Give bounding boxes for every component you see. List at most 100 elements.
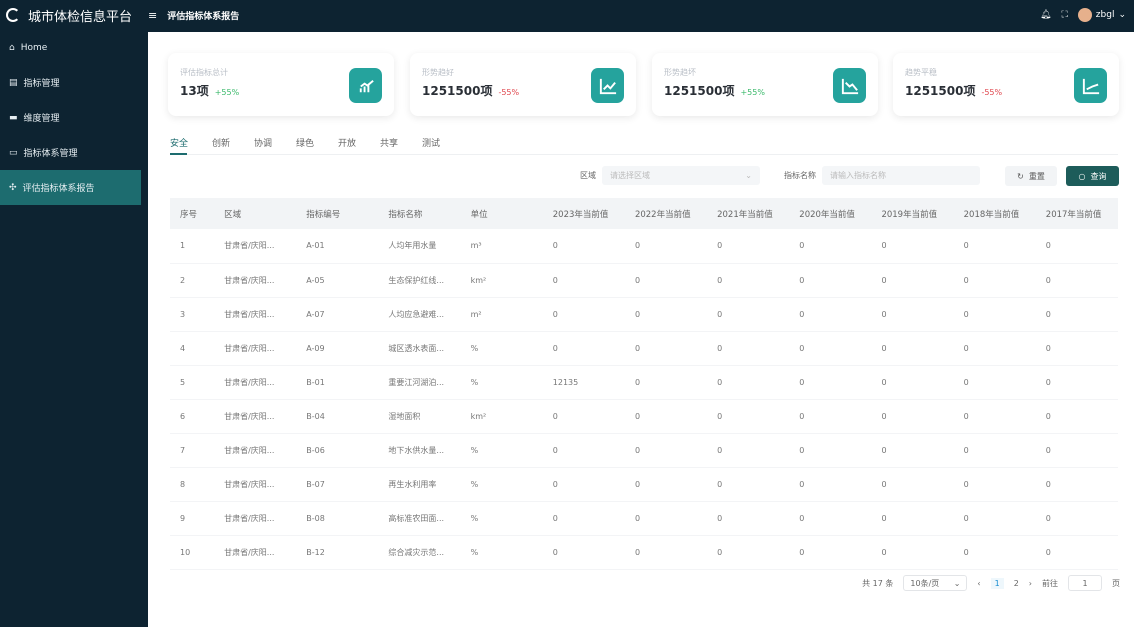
menu-toggle-icon[interactable]: ≡	[148, 9, 157, 22]
indicator-table: 序号 区域 指标编号 指标名称 单位 2023年当前值 2022年当前值 2021年当前值 20…	[170, 198, 1118, 570]
tab-4[interactable]: 开放	[338, 136, 380, 154]
fullscreen-icon[interactable]: ⛶	[1061, 10, 1067, 20]
tab-0[interactable]: 安全	[170, 136, 212, 155]
table-row[interactable]: 3 甘肃省/庆阳... A-07 人均应急避难... m² 0 0 0 0 0 0 0	[170, 297, 1118, 332]
table-cell: 0	[624, 331, 708, 366]
table-cell: 0	[707, 365, 790, 400]
table-cell: 0	[1035, 263, 1118, 298]
card-delta: +55%	[740, 88, 765, 97]
table-row[interactable]: 6 甘肃省/庆阳... B-04 湿地面积 km² 0 0 0 0 0 0 0	[170, 399, 1118, 434]
tab-1[interactable]: 创新	[212, 136, 254, 154]
table-cell: 0	[953, 501, 1036, 536]
table-cell: 0	[953, 467, 1036, 502]
logo-icon	[6, 8, 20, 22]
line-chart-down-icon	[833, 68, 866, 103]
name-filter: 指标名称 请输入指标名称	[784, 166, 980, 185]
region-select[interactable]: 请选择区域 ⌄	[602, 166, 760, 185]
page-1[interactable]: 1	[990, 577, 1004, 589]
sidebar-item-label: Home	[20, 42, 48, 53]
table-cell: 0	[1035, 433, 1118, 468]
table-cell: 0	[871, 297, 954, 332]
sidebar-item-system-mgmt[interactable]: ▭ 指标体系管理	[0, 135, 147, 170]
sidebar-item-report[interactable]: ✣ 评估指标体系报告	[0, 170, 141, 205]
stat-card: 形势趋坏 1251500项 +55%	[652, 53, 878, 116]
table-cell: 0	[542, 229, 625, 264]
goto-label: 前往	[1042, 578, 1058, 588]
page-2[interactable]: 2	[1014, 579, 1019, 588]
table-cell: 0	[953, 229, 1036, 264]
table-cell: 0	[871, 467, 954, 502]
search-button[interactable]: ○ 查询	[1066, 166, 1119, 186]
sidebar-item-home[interactable]: ⌂ Home	[0, 30, 147, 65]
reset-button[interactable]: ↻ 重置	[1005, 166, 1057, 186]
main-content: 评估指标总计 13项 +55% 形势趋好 1251500项 -55% 形势趋坏 12…	[148, 32, 1134, 627]
table-cell: A-07	[296, 297, 379, 332]
sidebar-item-indicator-mgmt[interactable]: ▤ 指标管理	[0, 65, 147, 100]
table-cell: 0	[1035, 501, 1118, 536]
prev-page-icon[interactable]: ‹	[977, 579, 980, 588]
table-row[interactable]: 8 甘肃省/庆阳... B-07 再生水利用率% 0 0 0 0 0 0 0	[170, 467, 1118, 502]
table-cell: 0	[1035, 297, 1118, 332]
user-menu[interactable]: zbgl ⌄	[1077, 8, 1126, 22]
table-cell: 甘肃省/庆阳...	[214, 467, 297, 502]
sidebar-item-dimension-mgmt[interactable]: ▬ 维度管理	[0, 100, 147, 135]
page-size-select[interactable]: 10条/页 ⌄	[903, 575, 968, 591]
table-cell: 0	[707, 399, 790, 434]
table-cell: 0	[624, 399, 708, 434]
card-value-text: 1251500项	[905, 84, 976, 98]
tab-5[interactable]: 共享	[380, 136, 422, 154]
table-cell: %	[460, 467, 543, 502]
chevron-down-icon: ⌄	[745, 171, 752, 180]
table-row[interactable]: 4 甘肃省/庆阳... A-09 城区透水表面...% 0 0 0 0 0 0 0	[170, 331, 1118, 366]
stat-card: 趋势平稳 1251500项 -55%	[893, 53, 1119, 116]
pagination: 共 17 条 10条/页 ⌄ ‹ 1 2 › 前往 1 页	[862, 575, 1120, 591]
sidebar-item-label: 指标管理	[23, 79, 60, 89]
table-cell: A-01	[296, 229, 379, 264]
next-page-icon[interactable]: ›	[1029, 579, 1032, 588]
table-row[interactable]: 7 甘肃省/庆阳... B-06 地下水供水量...% 0 0 0 0 0 0 0	[170, 433, 1118, 468]
goto-page-input[interactable]: 1	[1068, 575, 1102, 591]
table-cell: 5	[170, 365, 215, 400]
region-placeholder: 请选择区域	[610, 171, 650, 180]
table-cell: 0	[707, 263, 790, 298]
table-cell: 0	[871, 365, 954, 400]
table-cell: 9	[170, 501, 215, 536]
search-label: 查询	[1090, 171, 1107, 181]
table-cell: 0	[707, 433, 790, 468]
table-row[interactable]: 1 甘肃省/庆阳... A-01 人均年用水量 m³ 0 0 0 0 0 0 0	[170, 229, 1118, 264]
table-row[interactable]: 9 甘肃省/庆阳... B-08 高标准农田面...% 0 0 0 0 0 0 0	[170, 501, 1118, 536]
goto-value: 1	[1082, 578, 1088, 588]
name-input[interactable]: 请输入指标名称	[822, 166, 980, 185]
search-icon: ○	[1078, 171, 1086, 181]
table-cell: 0	[1035, 331, 1118, 366]
table-cell: 12135	[542, 365, 625, 400]
column-header: 2017年当前值	[1035, 198, 1118, 229]
table-cell: B-04	[296, 399, 379, 434]
tab-3[interactable]: 绿色	[296, 136, 338, 154]
column-header: 指标编号	[296, 198, 379, 229]
table-row[interactable]: 10 甘肃省/庆阳... B-12 综合减灾示范...% 0 0 0 0 0 0 0	[170, 535, 1118, 570]
chevron-down-icon: ⌄	[953, 578, 961, 588]
table-cell: 0	[624, 467, 708, 502]
table-cell: 0	[871, 263, 954, 298]
card-value-text: 13项	[180, 84, 209, 98]
table-row[interactable]: 5 甘肃省/庆阳... B-01 重要江河湖泊...% 12135 0 0 0 0 0 0	[170, 365, 1118, 400]
table-cell: 0	[953, 433, 1036, 468]
table-cell: 0	[707, 331, 790, 366]
table-cell: B-08	[296, 501, 379, 536]
total-count: 共 17 条	[862, 578, 894, 588]
avatar	[1077, 8, 1092, 22]
region-label: 区域	[580, 171, 596, 180]
sidebar-item-label: 评估指标体系报告	[22, 184, 95, 194]
table-cell: 0	[542, 433, 625, 468]
table-cell: 0	[953, 399, 1036, 434]
table-cell: 0	[707, 229, 790, 264]
table-cell: B-01	[296, 365, 379, 400]
bell-icon[interactable]: 🔔︎	[1040, 10, 1051, 20]
tab-6[interactable]: 测试	[422, 136, 464, 154]
table-cell: 甘肃省/庆阳...	[214, 501, 297, 536]
table-cell: 0	[789, 535, 872, 570]
table-cell: 0	[1035, 399, 1118, 434]
table-row[interactable]: 2 甘肃省/庆阳... A-05 生态保护红线... km² 0 0 0 0 0 0 0	[170, 263, 1118, 298]
tab-2[interactable]: 协调	[254, 136, 296, 154]
